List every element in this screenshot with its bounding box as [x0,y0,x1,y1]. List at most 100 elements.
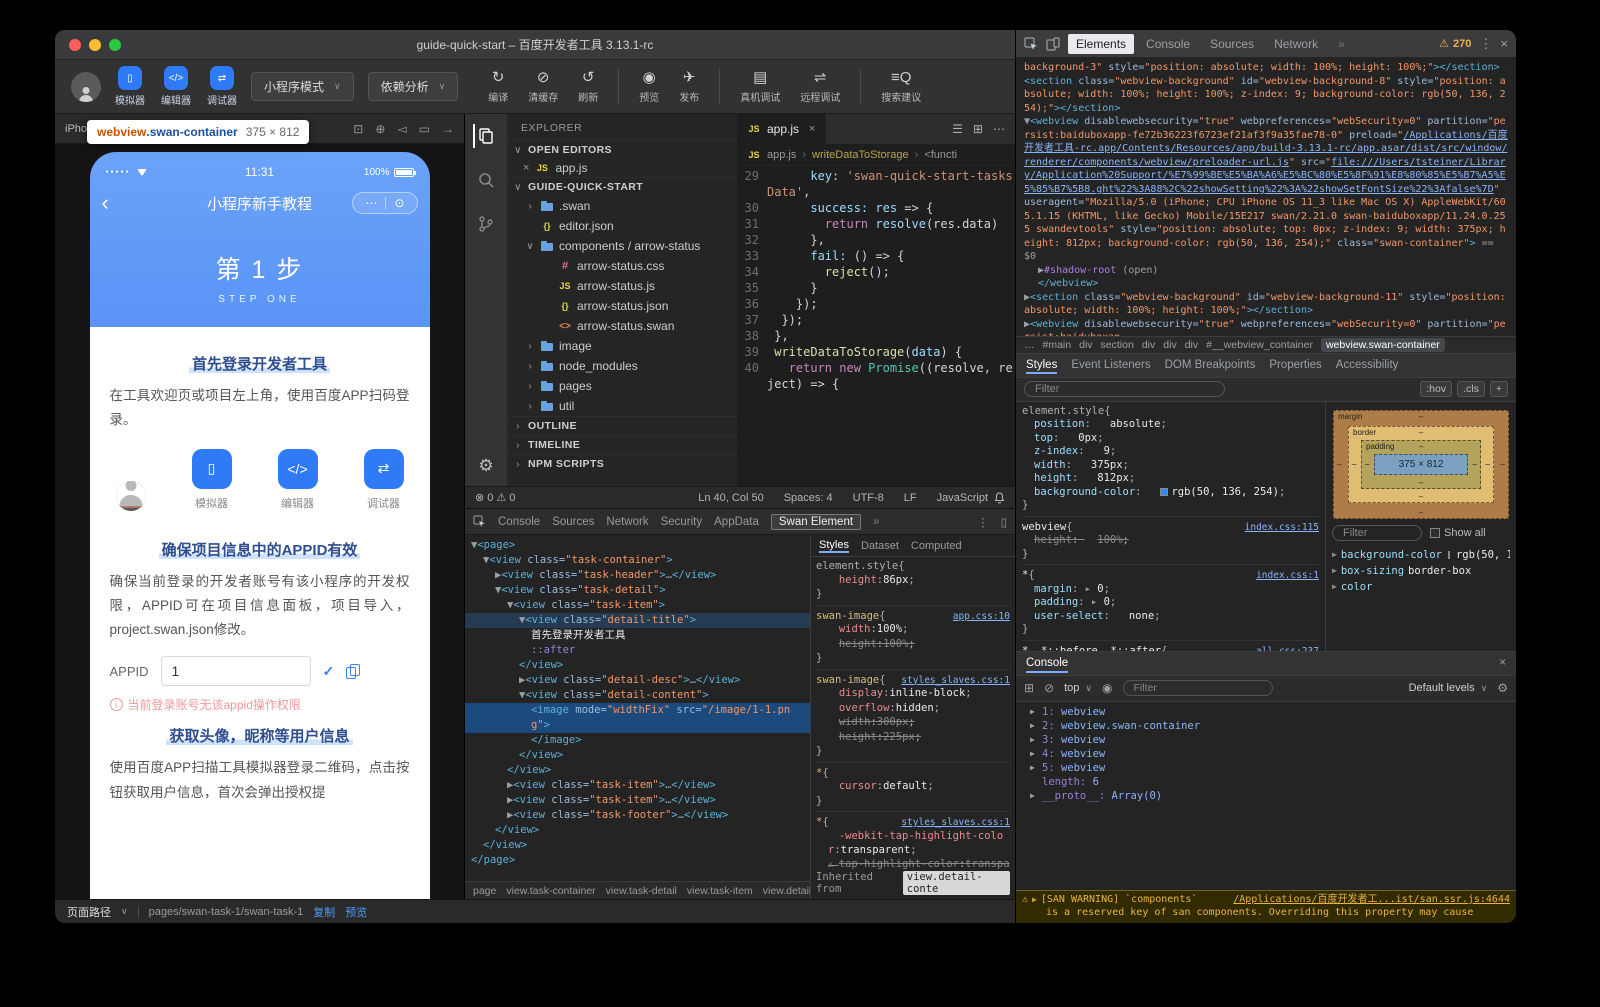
debugger-tab[interactable]: Security [661,516,703,528]
appid-input[interactable]: 1 [161,656,311,686]
explorer-item[interactable]: arrow-status.swan [507,316,737,336]
dom-node-row[interactable]: </view> [465,763,810,778]
dom-node-row[interactable]: ▶<view class="task-item">…</view> [465,793,810,808]
style-rule[interactable]: * {styles_slaves.css:1 ⚠ -webkit-tap-hig… [816,816,1010,869]
debugger-tab[interactable]: Console [498,516,540,528]
devtools-tab[interactable]: Network [1266,34,1326,54]
console-log-list[interactable]: ▶ 1: webview ▶ 2: webview.swan-container… [1016,702,1516,891]
toolbar-action-button[interactable]: ◉ 预览 [618,69,659,104]
element-node-row[interactable]: </webview> [1022,277,1510,291]
inspect-element-icon[interactable] [473,515,486,528]
stylesheet-link[interactable]: styles_slaves.css:1 [895,816,1010,830]
editor-action-icon[interactable]: ☰ [952,122,963,136]
style-rule[interactable]: * { ⚠ cursor:default; } [816,767,1010,813]
tool-shortcut[interactable]: </> 编辑器 [278,449,318,511]
explorer-item[interactable]: arrow-status.css [507,256,737,276]
element-node-row[interactable]: background-3" style="position: absolute;… [1022,61,1510,75]
close-icon[interactable]: × [523,162,529,174]
project-section[interactable]: ∨GUIDE-QUICK-START [507,177,737,196]
styles-tab[interactable]: Styles [819,539,849,553]
computed-filter-input[interactable]: Filter [1332,525,1422,541]
sidebar-tab[interactable]: Accessibility [1336,359,1399,371]
toolbar-action-button[interactable]: ⊘ 清缓存 [528,69,558,104]
breadcrumb-item[interactable]: #__webview_container [1206,339,1313,351]
explorer-item[interactable]: › .swan [507,196,737,216]
style-declaration[interactable]: top: ▸ 0px; [1022,432,1319,446]
devtools-tab[interactable]: Console [1138,34,1198,54]
clear-console-icon[interactable]: ⊘ [1044,681,1054,695]
console-log-row[interactable]: ▶ length: 6 [1030,775,1510,789]
tool-shortcut[interactable]: ▯ 模拟器 [192,449,232,511]
device-toolbar-icon[interactable] [1046,37,1060,51]
computed-property-row[interactable]: ▶ color [1332,579,1510,595]
encoding[interactable]: UTF-8 [853,492,884,504]
dom-node-row[interactable]: ▼<view class="detail-content"> [465,688,810,703]
swan-dom-tree[interactable]: ▼<page>▼<view class="task-container">▶<v… [465,535,810,881]
dom-node-row[interactable]: </view> [465,823,810,838]
devtools-tab[interactable]: » [1330,34,1353,54]
style-declaration[interactable]: ⚠ cursor:default; [816,780,1010,795]
debugger-tab[interactable]: Network [606,516,648,528]
exit-target-icon[interactable]: ⊙ [394,196,404,210]
dom-node-row[interactable]: ▶<view class="detail-desc">…</view> [465,673,810,688]
issues-counter[interactable]: ⚠270 [1439,37,1471,50]
settings-gear-icon[interactable]: ⚙ [478,456,493,476]
styles-tab[interactable]: Dataset [861,540,899,552]
cursor-position[interactable]: Ln 40, Col 50 [698,492,763,504]
style-declaration[interactable]: z-index: ▸ 9; [1022,445,1319,459]
device-icon[interactable]: ▯ [1001,515,1007,529]
style-declaration[interactable]: ⚠ overflow:hidden; [816,702,1010,717]
sidebar-tab[interactable]: DOM Breakpoints [1165,359,1256,371]
pseudo-toggle-button[interactable]: .cls [1457,381,1485,397]
user-avatar[interactable] [71,72,101,102]
toolbar-action-button[interactable]: ⇌ 远程调试 [800,69,840,104]
explorer-item[interactable]: › node_modules [507,356,737,376]
style-rule[interactable]: *, *::before, *::after {all.css:237 } [1022,645,1319,651]
breadcrumb-item[interactable]: div [1185,339,1198,351]
view-toggle-button[interactable]: ⇄ 调试器 [207,66,237,107]
analysis-dropdown[interactable]: 依赖分析∨ [368,72,459,101]
style-declaration[interactable]: ⚠ display:inline-block; [816,687,1010,702]
close-icon[interactable]: × [1499,657,1506,669]
dom-breadcrumb-item[interactable]: view.task-item [687,885,753,897]
disclosure-arrow-icon[interactable]: ▶ [1032,893,1037,906]
console-log-row[interactable]: ▶ 3: webview [1030,733,1510,747]
style-declaration[interactable]: ⚠ width:100%; [816,623,1010,638]
view-toggle-button[interactable]: ▯ 模拟器 [115,66,145,107]
explorer-item[interactable]: arrow-status.json [507,296,737,316]
debugger-tab[interactable]: » [873,516,879,528]
search-icon[interactable] [474,168,498,192]
style-declaration[interactable]: ⚠ height:86px; [816,574,1010,589]
computed-property-row[interactable]: ▶ background-color rgb(50, 136, 254) [1332,547,1510,563]
explorer-item[interactable]: editor.json [507,216,737,236]
style-declaration[interactable]: ⚠ -webkit-tap-highlight-color:transparen… [816,830,1010,858]
source-control-icon[interactable] [474,212,498,236]
styles-filter-input[interactable]: Filter [1024,381,1225,397]
kebab-menu-icon[interactable]: ⋮ [1479,36,1492,52]
eol[interactable]: LF [904,492,917,504]
element-node-row[interactable]: ▶<section class="webview-background" id=… [1022,291,1510,318]
console-tab[interactable]: Console [1026,653,1068,673]
dom-node-row[interactable]: </image> [465,733,810,748]
dom-node-row[interactable]: 首先登录开发者工具 [465,628,810,643]
notifications-bell-icon[interactable] [994,492,1005,504]
element-node-row[interactable]: ▶<webview disablewebsecurity="true" webp… [1022,318,1510,336]
code-area[interactable]: 29 key: 'swan-quick-start-tasksData', 30… [737,166,1015,486]
stylesheet-link[interactable] [1313,405,1319,419]
dom-breadcrumb-item[interactable]: view.task-detail [606,885,677,897]
dom-node-row[interactable]: ▼<view class="task-item"> [465,598,810,613]
dom-breadcrumb-item[interactable]: view.detail [763,885,810,897]
dom-node-row[interactable]: ▶<view class="task-header">…</view> [465,568,810,583]
preview-path-button[interactable]: 预览 [345,904,367,920]
explorer-item[interactable]: › util [507,396,737,416]
styles-tab[interactable]: Computed [911,540,962,552]
device-bar-icon[interactable]: → [442,122,454,136]
inspect-element-icon[interactable] [1024,37,1038,51]
style-rule[interactable]: element.style { position: ▸ absolute;top… [1022,405,1319,517]
kebab-menu-icon[interactable]: ⋮ [977,515,989,529]
box-model[interactable]: margin ‒‒‒‒ border ‒‒‒‒ padding ‒‒‒‒ 375… [1333,410,1509,519]
open-editor-item[interactable]: ×app.js [507,159,737,177]
console-log-row[interactable]: ▶ 1: webview [1030,705,1510,719]
console-log-row[interactable]: ▶ __proto__: Array(0) [1030,789,1510,803]
style-declaration[interactable]: ⚠ height:225px; [816,731,1010,746]
